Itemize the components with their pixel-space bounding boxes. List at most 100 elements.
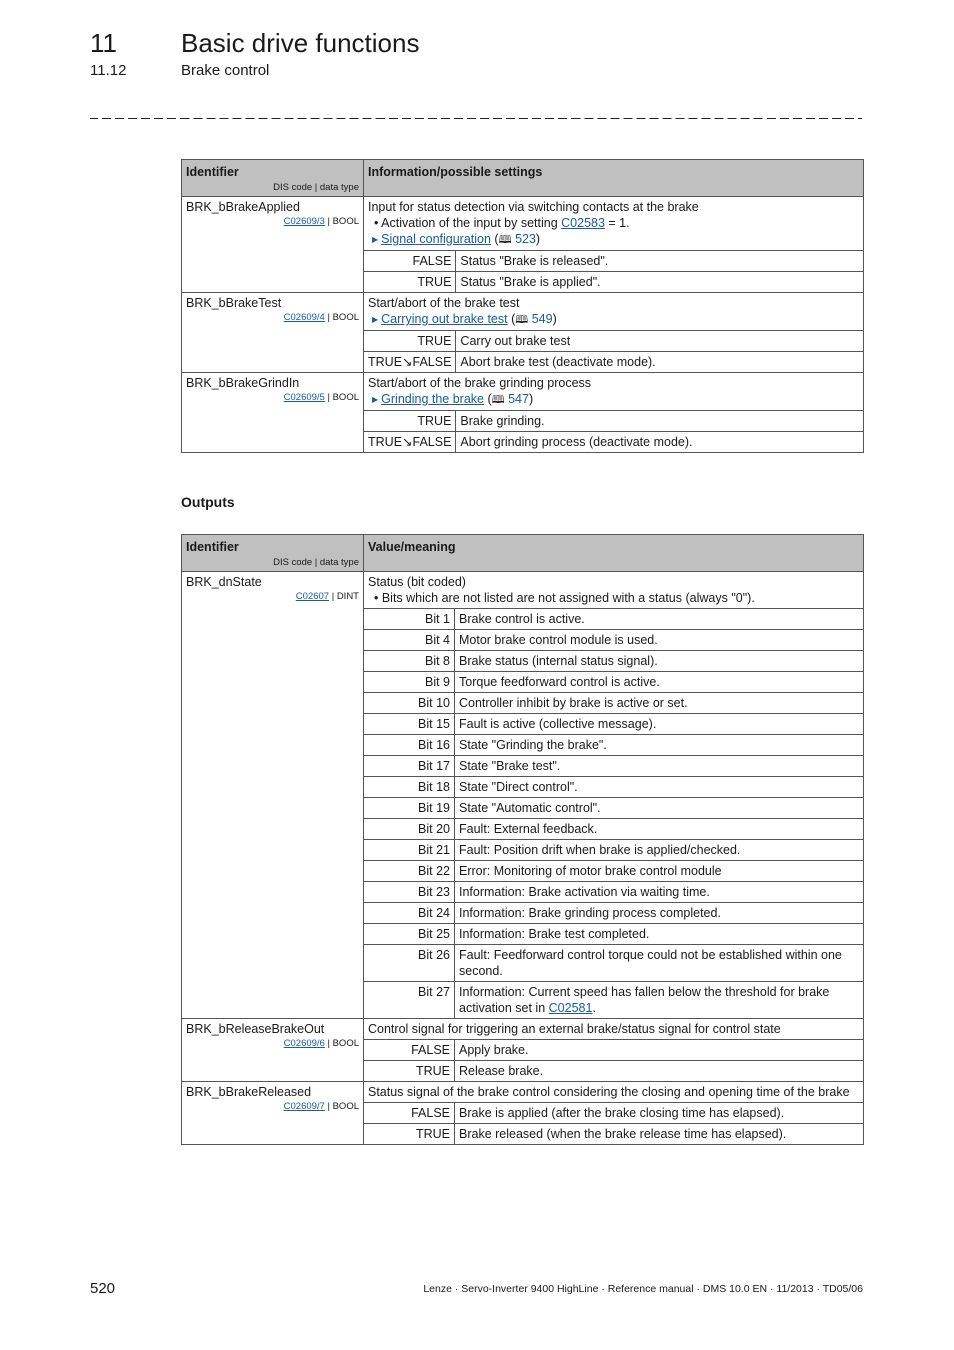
dis-code-link[interactable]: C02609/7 — [284, 1101, 325, 1112]
meaning: Abort brake test (deactivate mode). — [455, 351, 864, 373]
footer-text: Lenze · Servo-Inverter 9400 HighLine · R… — [423, 1283, 863, 1295]
table-row: BRK_bBrakeReleased C02609/7 | BOOL Statu… — [181, 1081, 864, 1145]
description: Input for status detection via switching… — [368, 200, 699, 214]
page-ref[interactable]: 547 — [508, 392, 529, 406]
bit-meaning: State "Brake test". — [454, 755, 864, 777]
bullet-text: • Activation of the input by setting — [374, 216, 562, 230]
meaning: Status "Brake is released". — [455, 250, 864, 272]
parameter-link[interactable]: C02583 — [561, 216, 605, 230]
table-header-row: Identifier DIS code | data type Value/mea… — [181, 534, 864, 572]
bit-meaning: State "Automatic control". — [454, 797, 864, 819]
parameter-link[interactable]: C02581 — [549, 1001, 593, 1015]
bit-value: Bit 16 — [363, 734, 455, 756]
table-row: BRK_dnState C02607 | DINT Status (bit co… — [181, 571, 864, 1019]
col-identifier-sub: DIS code | data type — [273, 182, 359, 193]
description-cell: Start/abort of the brake test ▶ Carrying … — [363, 292, 864, 331]
reference-link[interactable]: Carrying out brake test — [381, 312, 507, 326]
page-ref[interactable]: 549 — [532, 312, 553, 326]
bit-meaning: Information: Brake grinding process comp… — [454, 902, 864, 924]
dis-code-link[interactable]: C02609/4 — [284, 312, 325, 323]
value: FALSE — [362, 250, 457, 272]
data-type: | BOOL — [327, 216, 359, 227]
bit-value: Bit 15 — [363, 713, 455, 735]
bullet-text: • Bits which are not listed are not assi… — [374, 591, 755, 605]
bit-value: Bit 8 — [363, 650, 455, 672]
bit-meaning: Fault: Feedforward control torque could … — [454, 944, 864, 982]
outputs-table: Identifier DIS code | data type Value/mea… — [181, 534, 864, 1145]
bit-value: Bit 22 — [363, 860, 455, 882]
bit-meaning: Fault is active (collective message). — [454, 713, 864, 735]
page-ref[interactable]: 523 — [515, 232, 536, 246]
bit-value: Bit 17 — [363, 755, 455, 777]
description-cell: Start/abort of the brake grinding proces… — [363, 372, 864, 411]
identifier-cell: BRK_bBrakeApplied C02609/3 | BOOL — [181, 196, 364, 293]
bit-value: Bit 23 — [363, 881, 455, 903]
bit-value: Bit 24 — [363, 902, 455, 924]
value: TRUE — [362, 330, 457, 352]
description-cell: Input for status detection via switching… — [363, 196, 864, 251]
bit-value: Bit 10 — [363, 692, 455, 714]
value: TRUE — [362, 271, 457, 293]
identifier-name: BRK_bBrakeApplied — [186, 200, 300, 214]
bit-meaning: Fault: External feedback. — [454, 818, 864, 840]
bit-value: Bit 26 — [363, 944, 455, 982]
col-identifier: Identifier DIS code | data type — [181, 159, 364, 197]
bit-meaning: Fault: Position drift when brake is appl… — [454, 839, 864, 861]
table-row: BRK_bBrakeGrindIn C02609/5 | BOOL Start/… — [181, 372, 864, 453]
chapter-number: 11 — [90, 28, 117, 58]
arrow-right-icon: ▶ — [372, 235, 379, 244]
description: Status signal of the brake control consi… — [363, 1081, 864, 1103]
data-type: | BOOL — [327, 312, 359, 323]
data-type: | BOOL — [327, 392, 359, 403]
table-header-row: Identifier DIS code | data type Informati… — [181, 159, 864, 197]
bit-value: Bit 18 — [363, 776, 455, 798]
description: Start/abort of the brake grinding proces… — [368, 376, 592, 390]
data-type: | DINT — [331, 591, 359, 602]
meaning: Release brake. — [454, 1060, 864, 1082]
description: Start/abort of the brake test — [368, 296, 520, 310]
bit-meaning: Information: Brake test completed. — [454, 923, 864, 945]
value: TRUE — [363, 1060, 455, 1082]
bit-meaning-suffix: . — [592, 1001, 596, 1015]
bit-value: Bit 1 — [363, 608, 455, 630]
inputs-table: Identifier DIS code | data type Informati… — [181, 159, 864, 453]
col-info: Information/possible settings — [363, 159, 864, 197]
table-row: BRK_bReleaseBrakeOut C02609/6 | BOOL Con… — [181, 1018, 864, 1082]
identifier-name: BRK_bBrakeGrindIn — [186, 376, 300, 390]
reference-link[interactable]: Grinding the brake — [381, 392, 484, 406]
dis-code-link[interactable]: C02609/3 — [284, 216, 325, 227]
bit-value: Bit 21 — [363, 839, 455, 861]
col-value: Value/meaning — [363, 534, 864, 572]
chapter-title: Basic drive functions — [181, 28, 420, 58]
value: FALSE — [363, 1039, 455, 1061]
book-icon: 🕮 — [491, 394, 505, 406]
dis-code-link[interactable]: C02607 — [296, 591, 329, 602]
arrow-right-icon: ▶ — [372, 315, 379, 324]
description-cell: Status (bit coded) • Bits which are not … — [363, 571, 864, 609]
dis-code-link[interactable]: C02609/5 — [284, 392, 325, 403]
section-number: 11.12 — [90, 62, 127, 79]
value: TRUE — [363, 1123, 455, 1145]
meaning: Carry out brake test — [455, 330, 864, 352]
meaning: Apply brake. — [454, 1039, 864, 1061]
reference-link[interactable]: Signal configuration — [381, 232, 491, 246]
meaning: Brake released (when the brake release t… — [454, 1123, 864, 1145]
bit-meaning-text: Information: Current speed has fallen be… — [459, 985, 830, 1015]
arrow-right-icon: ▶ — [372, 395, 379, 404]
book-icon: 🕮 — [515, 314, 529, 326]
bit-meaning: Brake control is active. — [454, 608, 864, 630]
description: Status (bit coded) — [368, 575, 466, 589]
dis-code-link[interactable]: C02609/6 — [284, 1038, 325, 1049]
bit-meaning: Torque feedforward control is active. — [454, 671, 864, 693]
identifier-name: BRK_bReleaseBrakeOut — [186, 1022, 325, 1036]
bit-meaning: Controller inhibit by brake is active or… — [454, 692, 864, 714]
bit-value: Bit 9 — [363, 671, 455, 693]
meaning: Abort grinding process (deactivate mode)… — [455, 431, 864, 453]
meaning: Brake grinding. — [455, 410, 864, 432]
col-identifier: Identifier DIS code | data type — [181, 534, 364, 572]
meaning: Status "Brake is applied". — [455, 271, 864, 293]
identifier-name: BRK_bBrakeReleased — [186, 1085, 312, 1099]
section-title: Brake control — [181, 62, 270, 79]
header-divider — [90, 118, 862, 119]
bit-meaning: Information: Current speed has fallen be… — [454, 981, 864, 1019]
